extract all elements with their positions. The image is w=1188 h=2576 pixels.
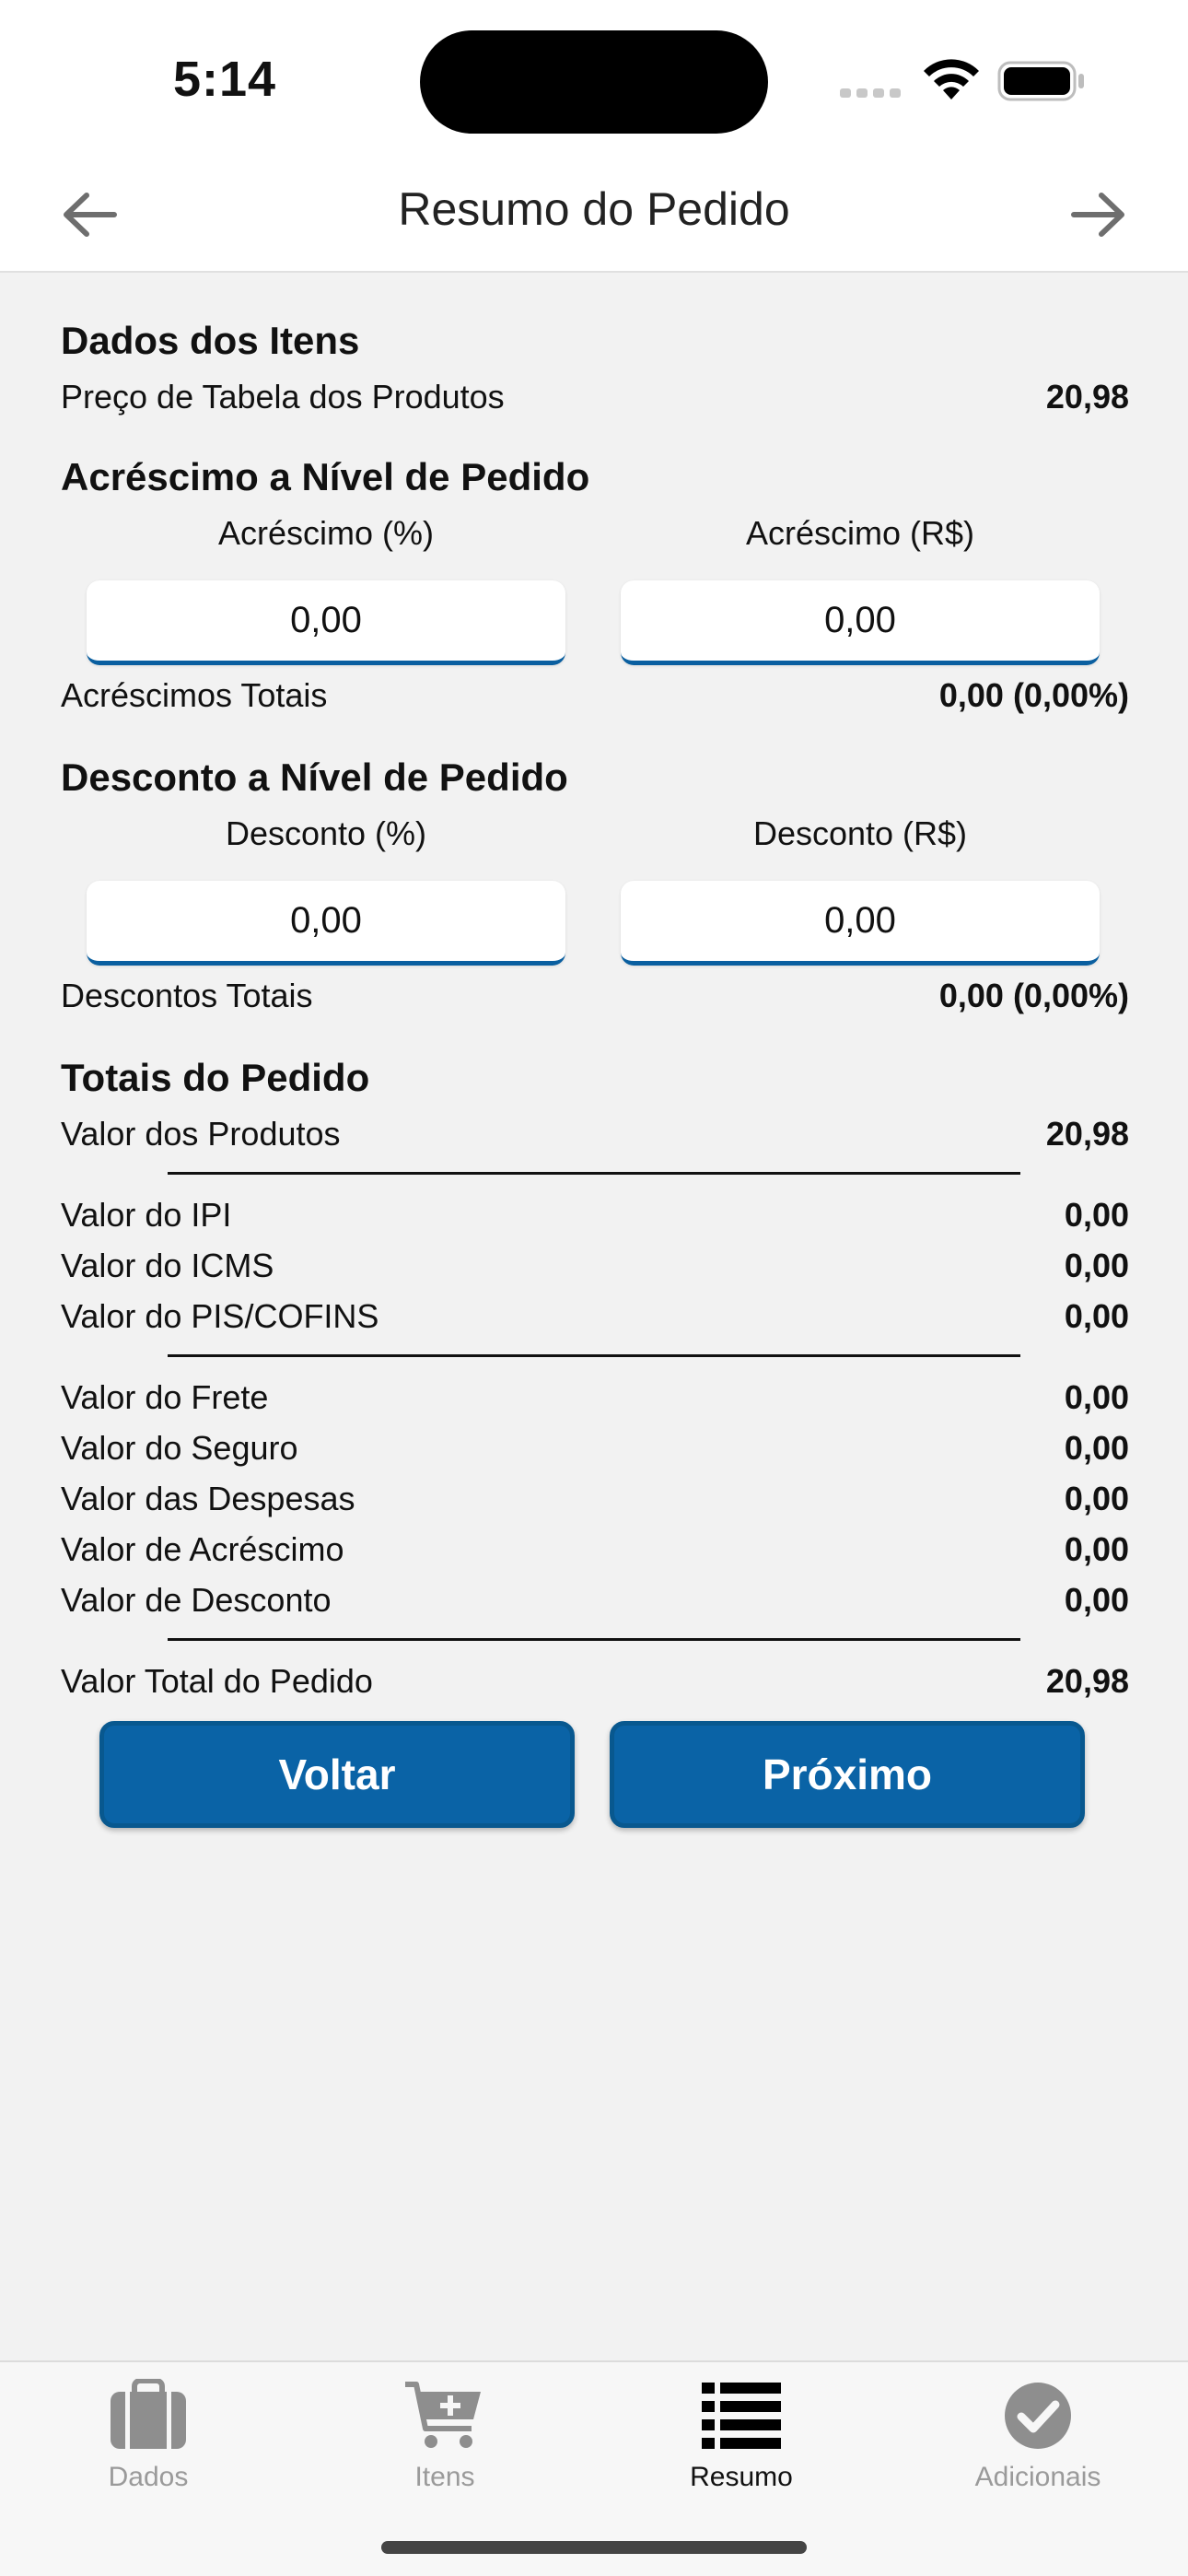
tab-resumo-label: Resumo — [690, 2462, 793, 2492]
totals-row-label: Valor do Frete — [61, 1378, 269, 1416]
totals-row-value: 0,00 — [1064, 1429, 1129, 1467]
totals-row-label: Valor do IPI — [61, 1196, 232, 1234]
discount-total-value: 0,00 (0,00%) — [938, 977, 1129, 1014]
discount-section-title: Desconto a Nível de Pedido — [61, 755, 568, 799]
back-button[interactable]: Voltar — [99, 1721, 575, 1828]
check-circle-icon — [1005, 2383, 1071, 2449]
totals-row-label: Valor do PIS/COFINS — [61, 1297, 379, 1335]
totals-row: Valor do Seguro 0,00 — [61, 1429, 1129, 1475]
increase-amount-label: Acréscimo (R$) — [745, 514, 975, 552]
totals-row: Valor do IPI 0,00 — [61, 1196, 1129, 1242]
totals-row-label: Valor das Despesas — [61, 1480, 355, 1517]
increase-percent-label: Acréscimo (%) — [217, 514, 435, 552]
table-price-label: Preço de Tabela dos Produtos — [61, 378, 505, 416]
totals-row: Valor das Despesas 0,00 — [61, 1480, 1129, 1526]
navigation-bar: Resumo do Pedido — [0, 157, 1188, 273]
totals-row-label: Valor do ICMS — [61, 1247, 274, 1284]
discount-amount-input[interactable]: 0,00 — [621, 881, 1100, 966]
increase-amount-input[interactable]: 0,00 — [621, 580, 1100, 665]
tab-adicionais-label: Adicionais — [974, 2462, 1101, 2492]
page-title: Resumo do Pedido — [398, 183, 790, 235]
totals-divider — [168, 1638, 1020, 1641]
increase-total-row: Acréscimos Totais 0,00 (0,00%) — [61, 676, 1129, 722]
increase-total-label: Acréscimos Totais — [61, 676, 328, 714]
totals-row-value: 0,00 — [1064, 1378, 1129, 1416]
home-indicator — [381, 2541, 807, 2554]
table-price-row: Preço de Tabela dos Produtos 20,98 — [61, 378, 1129, 424]
cellular-signal-icon — [840, 88, 901, 98]
order-total-label: Valor Total do Pedido — [61, 1662, 373, 1700]
increase-percent-input[interactable]: 0,00 — [87, 580, 565, 665]
totals-row-value: 0,00 — [1064, 1480, 1129, 1517]
totals-row-value: 0,00 — [1064, 1247, 1129, 1284]
forward-arrow-icon[interactable] — [1068, 184, 1129, 245]
totals-row: Valor do PIS/COFINS 0,00 — [61, 1297, 1129, 1343]
discount-percent-input[interactable]: 0,00 — [87, 881, 565, 966]
totals-row-value: 0,00 — [1064, 1297, 1129, 1335]
next-button[interactable]: Próximo — [610, 1721, 1085, 1828]
dynamic-island — [420, 30, 768, 134]
discount-percent-label: Desconto (%) — [225, 814, 427, 852]
totals-row-label: Valor dos Produtos — [61, 1115, 341, 1153]
discount-amount-label: Desconto (R$) — [752, 814, 968, 852]
totals-row: Valor dos Produtos 20,98 — [61, 1115, 1129, 1161]
discount-total-row: Descontos Totais 0,00 (0,00%) — [61, 977, 1129, 1023]
totals-row-value: 0,00 — [1064, 1581, 1129, 1619]
order-total-value: 20,98 — [1045, 1662, 1129, 1700]
totals-divider — [168, 1172, 1020, 1175]
tab-dados-label: Dados — [108, 2462, 189, 2492]
items-section-title: Dados dos Itens — [61, 319, 360, 362]
increase-section-title: Acréscimo a Nível de Pedido — [61, 455, 590, 498]
status-time: 5:14 — [173, 52, 277, 107]
totals-row: Valor de Desconto 0,00 — [61, 1581, 1129, 1627]
wifi-icon — [924, 59, 979, 100]
increase-total-value: 0,00 (0,00%) — [938, 676, 1129, 714]
totals-row-label: Valor de Acréscimo — [61, 1530, 344, 1568]
table-price-value: 20,98 — [1045, 378, 1129, 416]
status-bar: 5:14 — [0, 0, 1188, 157]
totals-row: Valor de Acréscimo 0,00 — [61, 1530, 1129, 1576]
tab-adicionais[interactable]: Adicionais — [890, 2379, 1186, 2508]
totals-row-value: 0,00 — [1064, 1196, 1129, 1234]
tab-itens[interactable]: Itens — [297, 2379, 593, 2508]
battery-icon — [997, 61, 1084, 101]
briefcase-icon — [111, 2379, 186, 2449]
cart-plus-icon — [405, 2382, 481, 2448]
totals-row-value: 20,98 — [1045, 1115, 1129, 1153]
totals-row: Valor do Frete 0,00 — [61, 1378, 1129, 1424]
order-total-row: Valor Total do Pedido 20,98 — [61, 1662, 1129, 1708]
totals-row: Valor do ICMS 0,00 — [61, 1247, 1129, 1293]
discount-total-label: Descontos Totais — [61, 977, 313, 1014]
totals-section-title: Totais do Pedido — [61, 1056, 370, 1099]
totals-divider — [168, 1354, 1020, 1357]
totals-row-label: Valor do Seguro — [61, 1429, 298, 1467]
order-summary-screen: 5:14 Resumo do Pedido Dados dos Itens Pr… — [0, 0, 1188, 2576]
tab-dados[interactable]: Dados — [0, 2379, 297, 2508]
list-icon — [702, 2383, 781, 2449]
tab-resumo[interactable]: Resumo — [593, 2379, 890, 2508]
totals-row-label: Valor de Desconto — [61, 1581, 332, 1619]
totals-row-value: 0,00 — [1064, 1530, 1129, 1568]
tab-itens-label: Itens — [414, 2462, 475, 2492]
